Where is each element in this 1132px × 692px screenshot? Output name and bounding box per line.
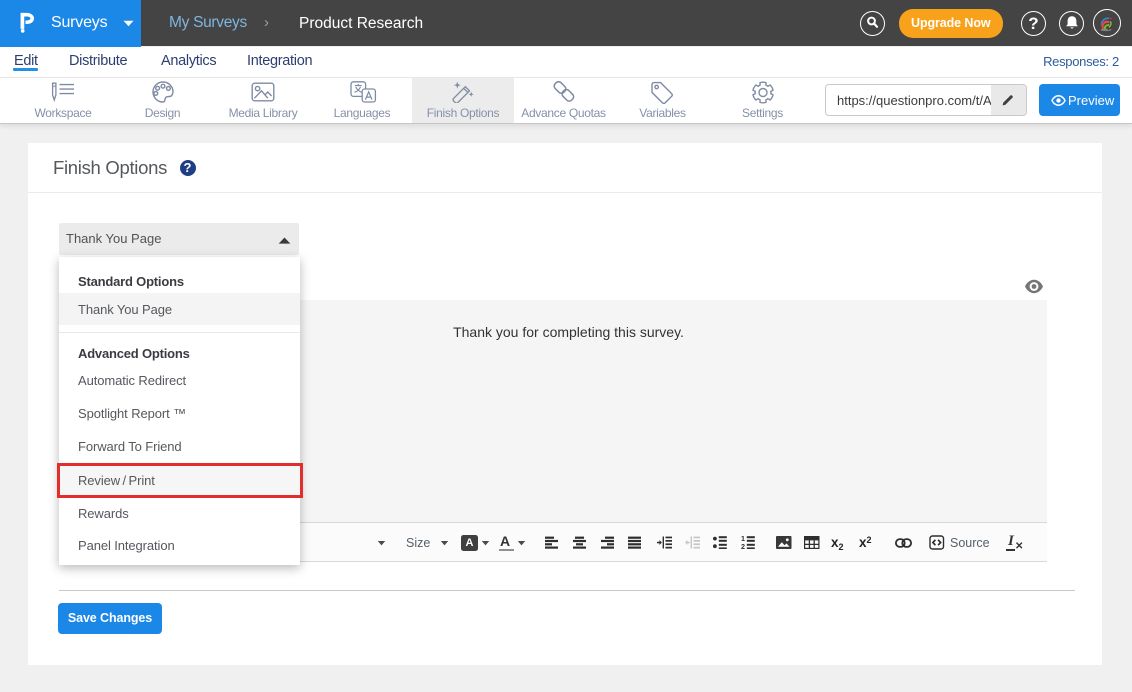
svg-text:2: 2 [741,542,745,549]
